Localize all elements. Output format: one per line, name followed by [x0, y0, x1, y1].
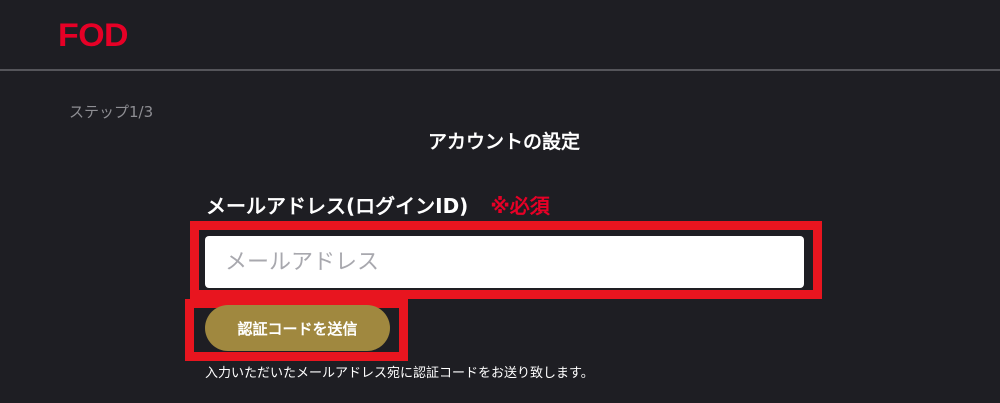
step-indicator: ステップ1/3 [69, 103, 154, 121]
required-badge: ※必須 [490, 194, 550, 218]
header-divider [0, 69, 1000, 71]
send-code-note: 入力いただいたメールアドレス宛に認証コードをお送り致します。 [205, 366, 594, 381]
send-code-button[interactable]: 認証コードを送信 [205, 305, 390, 351]
page-title: アカウントの設定 [427, 131, 580, 153]
page: FOD ステップ1/3 アカウントの設定 メールアドレス(ログインID) ※必須 … [0, 0, 1000, 403]
email-input[interactable] [205, 236, 804, 288]
header: FOD [0, 0, 1000, 69]
email-field-label: メールアドレス(ログインID) ※必須 [206, 192, 550, 220]
email-label-text: メールアドレス(ログインID) [206, 194, 469, 218]
fod-logo[interactable]: FOD [58, 16, 129, 54]
